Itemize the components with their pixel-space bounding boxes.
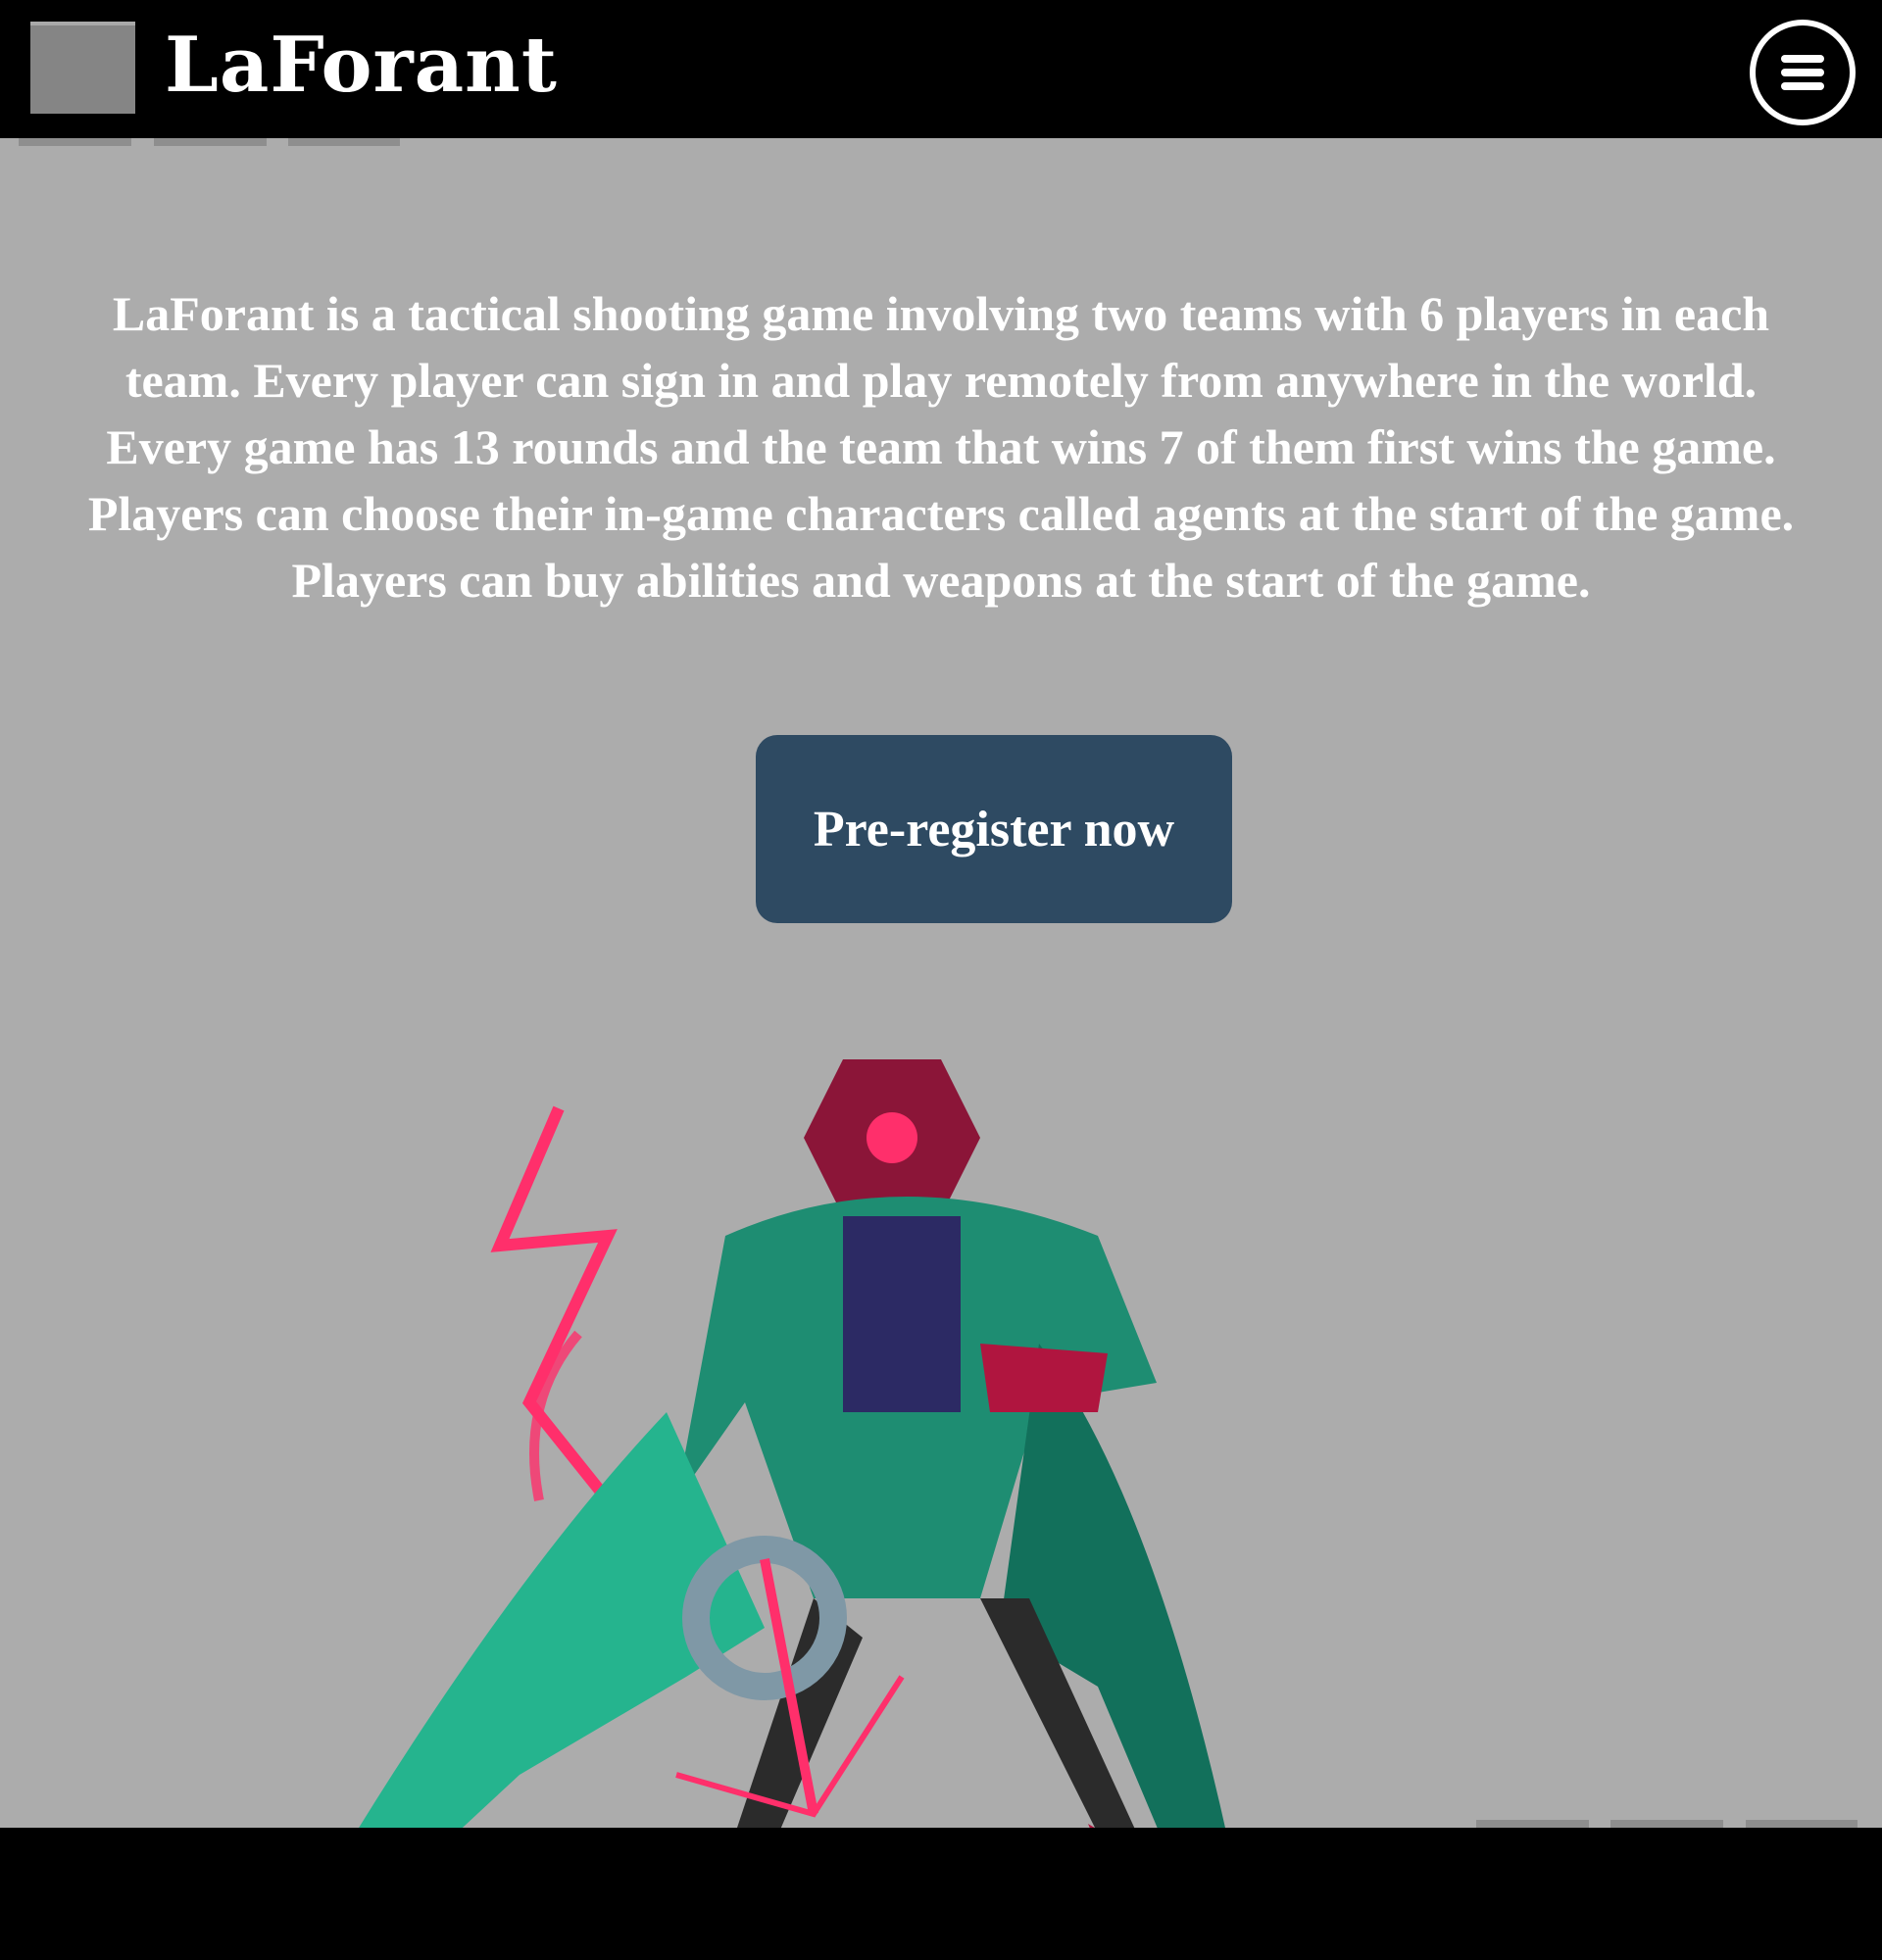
nav-tab-stub xyxy=(19,138,131,146)
pre-register-button[interactable]: Pre-register now xyxy=(756,735,1232,923)
nav-tab-stub xyxy=(154,138,267,146)
logo-icon[interactable] xyxy=(30,22,135,114)
nav-tab-stub xyxy=(1610,1820,1723,1828)
site-footer xyxy=(0,1828,1882,1960)
nav-tab-stub xyxy=(1746,1820,1857,1828)
intro-paragraph: LaForant is a tactical shooting game inv… xyxy=(87,286,1795,608)
menu-button[interactable] xyxy=(1750,20,1856,125)
nav-tab-stub xyxy=(288,138,400,146)
main-content: LaForant is a tactical shooting game inv… xyxy=(0,138,1882,1932)
agent-character-illustration xyxy=(353,1059,1318,1932)
brand-title[interactable]: LaForant xyxy=(165,20,558,112)
site-header: LaForant xyxy=(0,0,1882,138)
nav-tab-stub xyxy=(1476,1820,1589,1828)
hamburger-menu-icon xyxy=(1781,55,1824,90)
